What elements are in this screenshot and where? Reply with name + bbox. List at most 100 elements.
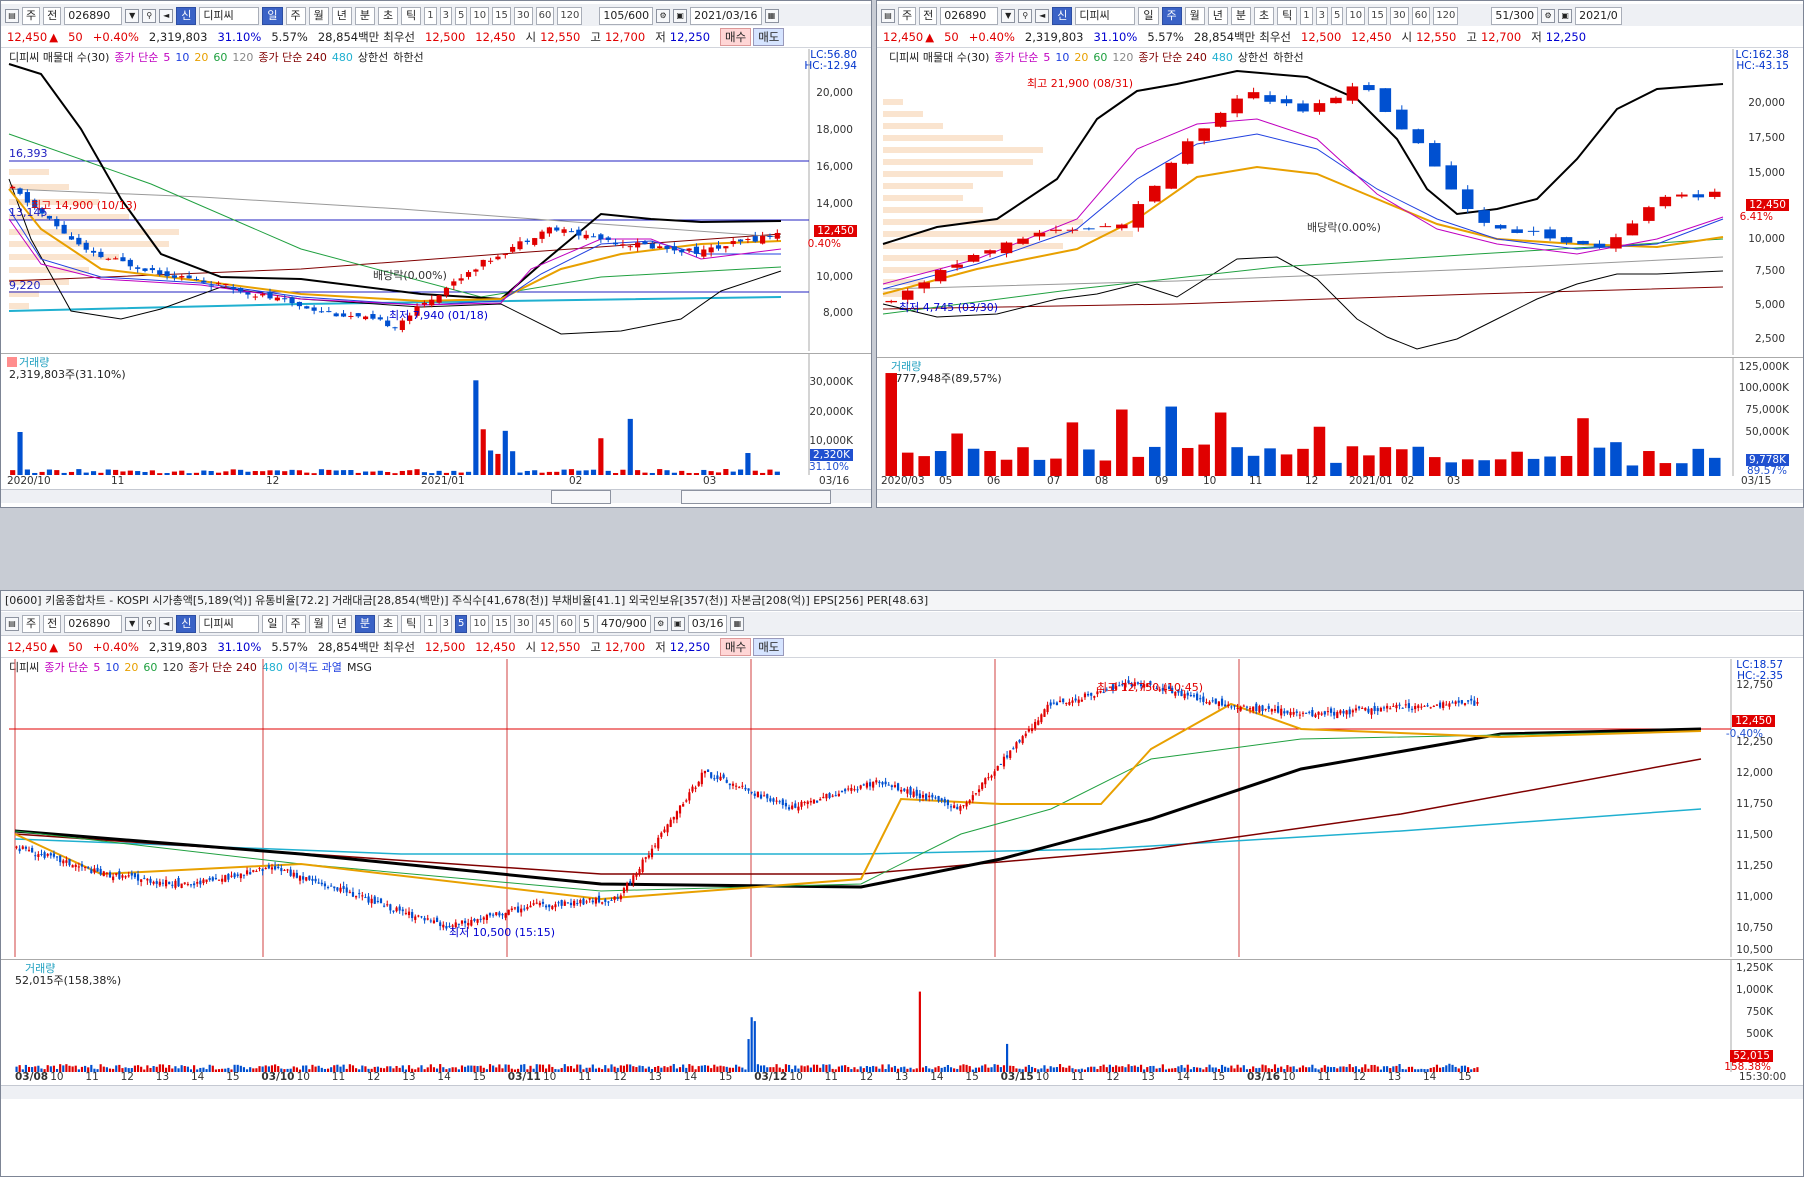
nav-controls-icon[interactable] bbox=[551, 490, 611, 504]
tab-month[interactable]: 월 bbox=[308, 614, 329, 633]
tab-second[interactable]: 초 bbox=[378, 6, 399, 25]
date-input[interactable]: 03/16 bbox=[687, 614, 728, 633]
speaker-icon[interactable]: ◄ bbox=[1035, 8, 1050, 23]
num-3[interactable]: 3 bbox=[439, 6, 452, 25]
tab-year[interactable]: 년 bbox=[331, 6, 352, 25]
tab-tick[interactable]: 틱 bbox=[401, 6, 422, 25]
buy-button[interactable]: 매수 bbox=[720, 27, 752, 46]
tab-week[interactable]: 주 bbox=[285, 614, 306, 633]
stock-name[interactable]: 디피씨 bbox=[1075, 6, 1136, 25]
num-120[interactable]: 120 bbox=[1433, 6, 1459, 25]
daily-scrollbar[interactable] bbox=[1, 489, 871, 504]
num-60[interactable]: 60 bbox=[557, 614, 577, 633]
num-1[interactable]: 1 bbox=[424, 614, 437, 633]
range-select[interactable]: 전 bbox=[43, 6, 62, 25]
num-120[interactable]: 120 bbox=[557, 6, 583, 25]
tab-year[interactable]: 년 bbox=[1207, 6, 1228, 25]
search-icon[interactable]: ⚲ bbox=[1018, 8, 1033, 23]
open-label: 시 bbox=[525, 29, 537, 44]
tab-tick[interactable]: 틱 bbox=[1277, 6, 1298, 25]
tab-tick[interactable]: 틱 bbox=[401, 614, 422, 633]
market-select[interactable]: 주 bbox=[22, 6, 41, 25]
candle bbox=[333, 886, 336, 889]
tab-day[interactable]: 일 bbox=[262, 6, 283, 25]
tab-week[interactable]: 주 bbox=[1161, 6, 1182, 25]
tab-day[interactable]: 일 bbox=[1138, 6, 1159, 25]
buy-button[interactable]: 매수 bbox=[720, 637, 752, 656]
search-icon[interactable]: ⚲ bbox=[142, 8, 157, 23]
minute-scrollbar[interactable] bbox=[1, 1085, 1803, 1099]
save-icon[interactable]: ▣ bbox=[1558, 8, 1573, 23]
dropdown-icon[interactable]: ▼ bbox=[125, 8, 140, 23]
save-icon[interactable]: ▣ bbox=[670, 616, 685, 631]
count-input[interactable]: 51/300 bbox=[1491, 6, 1539, 25]
market-select[interactable]: 주 bbox=[898, 6, 917, 25]
search-icon[interactable]: ⚲ bbox=[142, 616, 157, 631]
stock-name[interactable]: 디피씨 bbox=[199, 614, 260, 633]
date-input[interactable]: 2021/03/16 bbox=[690, 6, 762, 25]
range-select[interactable]: 전 bbox=[43, 614, 62, 633]
code-input[interactable]: 026890 bbox=[940, 6, 999, 25]
num-1[interactable]: 1 bbox=[424, 6, 437, 25]
num-15[interactable]: 15 bbox=[1368, 6, 1387, 25]
speaker-icon[interactable]: ◄ bbox=[159, 8, 174, 23]
num-60[interactable]: 60 bbox=[535, 6, 555, 25]
calendar-icon[interactable]: ▦ bbox=[730, 616, 745, 631]
code-input[interactable]: 026890 bbox=[64, 6, 123, 25]
candle bbox=[1494, 225, 1507, 229]
num-5[interactable]: 5 bbox=[455, 614, 468, 633]
num-10[interactable]: 10 bbox=[1346, 6, 1366, 25]
sell-button[interactable]: 매도 bbox=[753, 637, 785, 656]
num-5[interactable]: 5 bbox=[1331, 6, 1344, 25]
candle bbox=[862, 784, 865, 786]
chart-menu-icon[interactable]: ▤ bbox=[5, 616, 19, 631]
settings-icon[interactable]: ⚙ bbox=[653, 616, 668, 631]
num-10[interactable]: 10 bbox=[470, 6, 490, 25]
tab-second[interactable]: 초 bbox=[1254, 6, 1275, 25]
calendar-icon[interactable]: ▦ bbox=[764, 8, 779, 23]
candle bbox=[68, 236, 75, 240]
tab-year[interactable]: 년 bbox=[331, 614, 352, 633]
code-input[interactable]: 026890 bbox=[64, 614, 123, 633]
count-input[interactable]: 470/900 bbox=[597, 614, 651, 633]
count-input[interactable]: 105/600 bbox=[599, 6, 654, 25]
range-select[interactable]: 전 bbox=[919, 6, 938, 25]
market-select[interactable]: 주 bbox=[22, 614, 41, 633]
settings-icon[interactable]: ⚙ bbox=[1541, 8, 1556, 23]
chart-menu-icon[interactable]: ▤ bbox=[881, 8, 895, 23]
save-icon[interactable]: ▣ bbox=[673, 8, 688, 23]
dropdown-icon[interactable]: ▼ bbox=[125, 616, 140, 631]
num-3[interactable]: 3 bbox=[1315, 6, 1328, 25]
speaker-icon[interactable]: ◄ bbox=[159, 616, 174, 631]
zoom-icon[interactable] bbox=[681, 490, 831, 504]
num-5[interactable]: 5 bbox=[455, 6, 468, 25]
tab-week[interactable]: 주 bbox=[285, 6, 306, 25]
num-15[interactable]: 15 bbox=[492, 614, 511, 633]
settings-icon[interactable]: ⚙ bbox=[656, 8, 671, 23]
interval-input[interactable]: 5 bbox=[579, 614, 595, 633]
num-45[interactable]: 45 bbox=[535, 614, 555, 633]
tab-minute[interactable]: 분 bbox=[354, 6, 375, 25]
weekly-scrollbar[interactable] bbox=[877, 489, 1803, 503]
num-15[interactable]: 15 bbox=[492, 6, 511, 25]
dropdown-icon[interactable]: ▼ bbox=[1001, 8, 1016, 23]
tab-month[interactable]: 월 bbox=[1184, 6, 1205, 25]
num-60[interactable]: 60 bbox=[1411, 6, 1431, 25]
tab-day[interactable]: 일 bbox=[262, 614, 283, 633]
tab-minute[interactable]: 분 bbox=[1230, 6, 1251, 25]
stock-name[interactable]: 디피씨 bbox=[199, 6, 260, 25]
num-10[interactable]: 10 bbox=[470, 614, 490, 633]
sell-button[interactable]: 매도 bbox=[753, 27, 785, 46]
chart-menu-icon[interactable]: ▤ bbox=[5, 8, 19, 23]
tab-minute[interactable]: 분 bbox=[354, 614, 375, 633]
num-30[interactable]: 30 bbox=[513, 6, 533, 25]
x-label: 14 bbox=[683, 1071, 698, 1083]
date-input[interactable]: 2021/0 bbox=[1575, 6, 1622, 25]
amount: 28,854백만 bbox=[1193, 29, 1256, 44]
num-30[interactable]: 30 bbox=[513, 614, 533, 633]
tab-month[interactable]: 월 bbox=[308, 6, 329, 25]
num-30[interactable]: 30 bbox=[1389, 6, 1409, 25]
num-3[interactable]: 3 bbox=[439, 614, 452, 633]
num-1[interactable]: 1 bbox=[1300, 6, 1313, 25]
tab-second[interactable]: 초 bbox=[378, 614, 399, 633]
